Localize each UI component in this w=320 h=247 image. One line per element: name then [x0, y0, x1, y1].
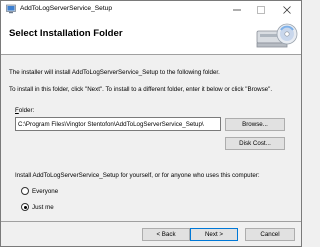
installer-app-icon	[6, 4, 16, 14]
folder-label: Folder:	[15, 107, 35, 114]
window-title: AddToLogServerService_Setup	[20, 5, 113, 12]
install-for-label: Install AddToLogServerService_Setup for …	[15, 172, 260, 179]
back-button[interactable]: < Back	[142, 228, 190, 241]
minimize-icon	[233, 9, 241, 10]
header-banner: Select Installation Folder	[1, 18, 301, 55]
everyone-radio[interactable]	[21, 187, 29, 195]
page-title: Select Installation Folder	[9, 28, 123, 39]
everyone-label[interactable]: Everyone	[32, 188, 58, 195]
maximize-icon	[257, 5, 265, 14]
cancel-button[interactable]: Cancel	[245, 228, 295, 241]
next-button[interactable]: Next >	[190, 228, 238, 241]
intro-text: The installer will install AddToLogServe…	[9, 69, 220, 76]
just-me-label[interactable]: Just me	[32, 204, 54, 211]
setup-window: AddToLogServerService_Setup Select Insta…	[0, 0, 302, 247]
computer-disc-icon	[256, 23, 298, 48]
title-bar[interactable]: AddToLogServerService_Setup	[1, 1, 301, 18]
instructions-text: To install in this folder, click "Next".…	[9, 86, 273, 93]
folder-path-input[interactable]	[15, 117, 221, 131]
close-icon	[283, 5, 291, 14]
just-me-radio[interactable]	[21, 203, 29, 211]
browse-button[interactable]: Browse...	[225, 118, 285, 131]
maximize-button[interactable]	[249, 1, 273, 18]
close-button[interactable]	[275, 1, 299, 18]
radio-selected-dot	[23, 205, 27, 209]
folder-label-rest: older:	[18, 107, 35, 114]
minimize-button[interactable]	[225, 1, 249, 18]
footer-divider	[1, 221, 301, 222]
disk-cost-button[interactable]: Disk Cost...	[225, 137, 285, 150]
